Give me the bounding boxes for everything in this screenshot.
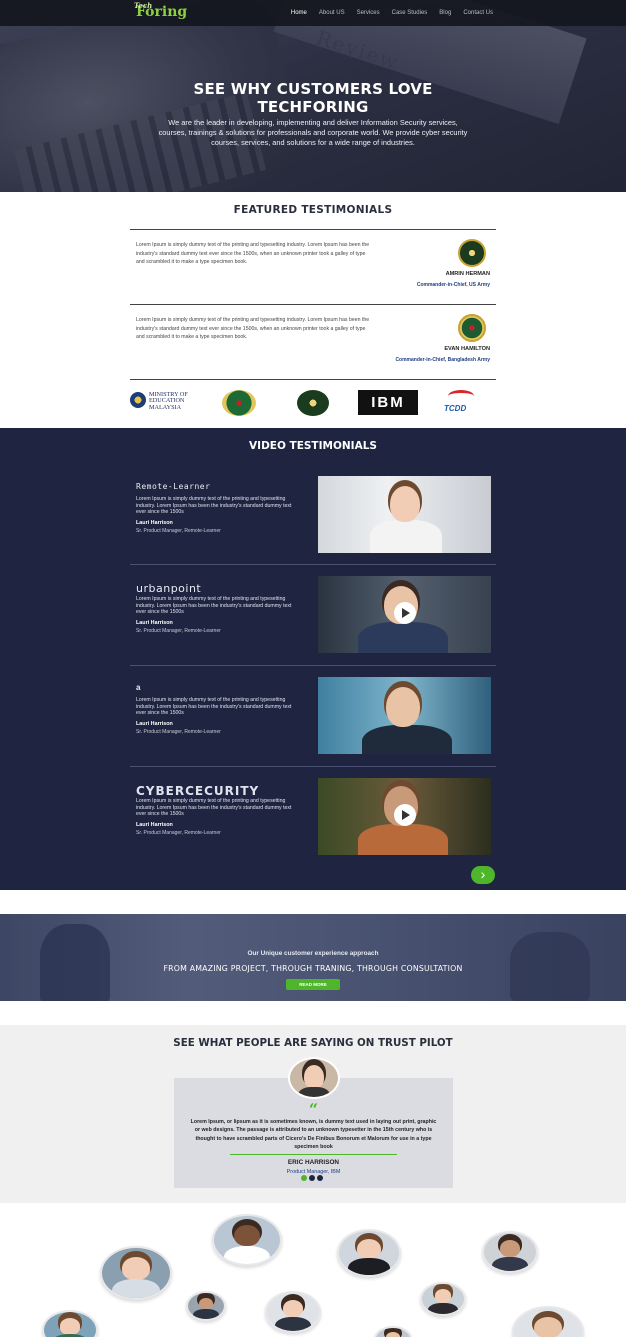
video-testimonial: a Lorem Ipsum is simply dummy text of th… bbox=[136, 677, 491, 759]
video-testimonial: CYBERCECURITY Lorem Ipsum is simply dumm… bbox=[136, 778, 491, 860]
video-testimonial: Remote-Learner Lorem Ipsum is simply dum… bbox=[136, 476, 491, 558]
testimonial-card: Lorem Ipsum is simply dummy text of the … bbox=[130, 306, 496, 376]
carousel-dot[interactable] bbox=[317, 1175, 323, 1181]
review-text: Lorem Ipsum, or lipsum as it is sometime… bbox=[190, 1119, 437, 1151]
cta-banner: Our Unique customer experience approach … bbox=[0, 914, 626, 1001]
customer-avatar bbox=[265, 1291, 321, 1333]
customer-avatar bbox=[374, 1326, 412, 1337]
carousel-dot[interactable] bbox=[309, 1175, 315, 1181]
moe-crest-icon bbox=[130, 392, 146, 408]
hero-banner: Review SEE WHY CUSTOMERS LOVE TECHFORING… bbox=[0, 0, 626, 192]
techforing-logo[interactable]: Tech Foring bbox=[134, 1, 187, 20]
video-testimonial: urbanpoint Lorem Ipsum is simply dummy t… bbox=[136, 576, 491, 658]
carousel-dot[interactable] bbox=[301, 1175, 307, 1181]
featured-title: FEATURED TESTIMONIALS bbox=[233, 204, 393, 216]
divider bbox=[130, 304, 496, 305]
customer-avatar bbox=[212, 1214, 282, 1266]
nav-blog[interactable]: Blog bbox=[439, 10, 451, 16]
us-army-logo bbox=[297, 390, 329, 416]
cybercecurity-logo: CYBERCECURITY bbox=[136, 784, 260, 798]
play-icon[interactable] bbox=[394, 804, 416, 826]
moe-malaysia-logo: MINISTRY OF EDUCATION MALAYSIA bbox=[130, 390, 200, 412]
customer-avatar bbox=[337, 1229, 401, 1277]
cta-subtitle: Our Unique customer experience approach bbox=[247, 950, 379, 957]
client-logos: MINISTRY OF EDUCATION MALAYSIA IBM TCDD bbox=[130, 386, 496, 420]
carousel-dots bbox=[301, 1175, 323, 1181]
video-title: VIDEO TESTIMONIALS bbox=[249, 440, 377, 452]
cta-title: FROM AMAZING PROJECT, THROUGH TRANING, T… bbox=[163, 964, 463, 973]
nav-links: Home About US Services Case Studies Blog… bbox=[291, 10, 493, 16]
video-thumbnail[interactable] bbox=[318, 576, 491, 653]
us-army-emblem-icon bbox=[458, 239, 486, 267]
trustpilot-section: SEE WHAT PEOPLE ARE SAYING ON TRUST PILO… bbox=[0, 1025, 626, 1203]
trustpilot-title: SEE WHAT PEOPLE ARE SAYING ON TRUST PILO… bbox=[173, 1037, 453, 1049]
hero-title: SEE WHY CUSTOMERS LOVE TECHFORING bbox=[193, 80, 433, 116]
customer-avatar bbox=[512, 1306, 584, 1337]
nav-contact[interactable]: Contact Us bbox=[463, 10, 493, 16]
video-testimonials-section: VIDEO TESTIMONIALS Remote-Learner Lorem … bbox=[0, 428, 626, 890]
tcdd-wing-icon bbox=[448, 390, 474, 402]
customer-avatar bbox=[100, 1246, 172, 1300]
customer-avatar bbox=[42, 1310, 98, 1337]
video-thumbnail[interactable] bbox=[318, 476, 491, 553]
tcdd-logo: TCDD bbox=[442, 390, 482, 418]
customer-avatar bbox=[420, 1282, 466, 1316]
nav-about[interactable]: About US bbox=[319, 10, 345, 16]
nav-case-studies[interactable]: Case Studies bbox=[392, 10, 428, 16]
urbanpoint-logo: urbanpoint bbox=[136, 582, 202, 595]
ibm-logo: IBM bbox=[358, 390, 418, 415]
quote-icon: “ bbox=[308, 1100, 319, 1119]
bangladesh-army-emblem-icon bbox=[458, 314, 486, 342]
bangladesh-army-logo bbox=[222, 390, 256, 416]
video-thumbnail[interactable] bbox=[318, 677, 491, 754]
video-thumbnail[interactable] bbox=[318, 778, 491, 855]
customer-avatar bbox=[186, 1291, 226, 1321]
hero-description: We are the leader in developing, impleme… bbox=[158, 118, 468, 147]
company-a-logo: a bbox=[136, 683, 141, 692]
remote-learner-logo: Remote-Learner bbox=[136, 482, 211, 491]
read-more-button[interactable]: READ MORE bbox=[286, 979, 340, 990]
nav-services[interactable]: Services bbox=[357, 10, 380, 16]
reviewer-avatar bbox=[288, 1057, 340, 1099]
top-navbar: Tech Foring Home About US Services Case … bbox=[0, 0, 626, 26]
nav-home[interactable]: Home bbox=[291, 10, 307, 16]
divider bbox=[130, 229, 496, 230]
divider bbox=[130, 379, 496, 380]
play-icon[interactable] bbox=[394, 602, 416, 624]
testimonial-card: Lorem Ipsum is simply dummy text of the … bbox=[130, 231, 496, 301]
customer-avatar bbox=[482, 1231, 538, 1273]
reviewer-name: ERIC HARRISON bbox=[287, 1159, 340, 1166]
next-arrow-button[interactable]: › bbox=[471, 866, 495, 884]
